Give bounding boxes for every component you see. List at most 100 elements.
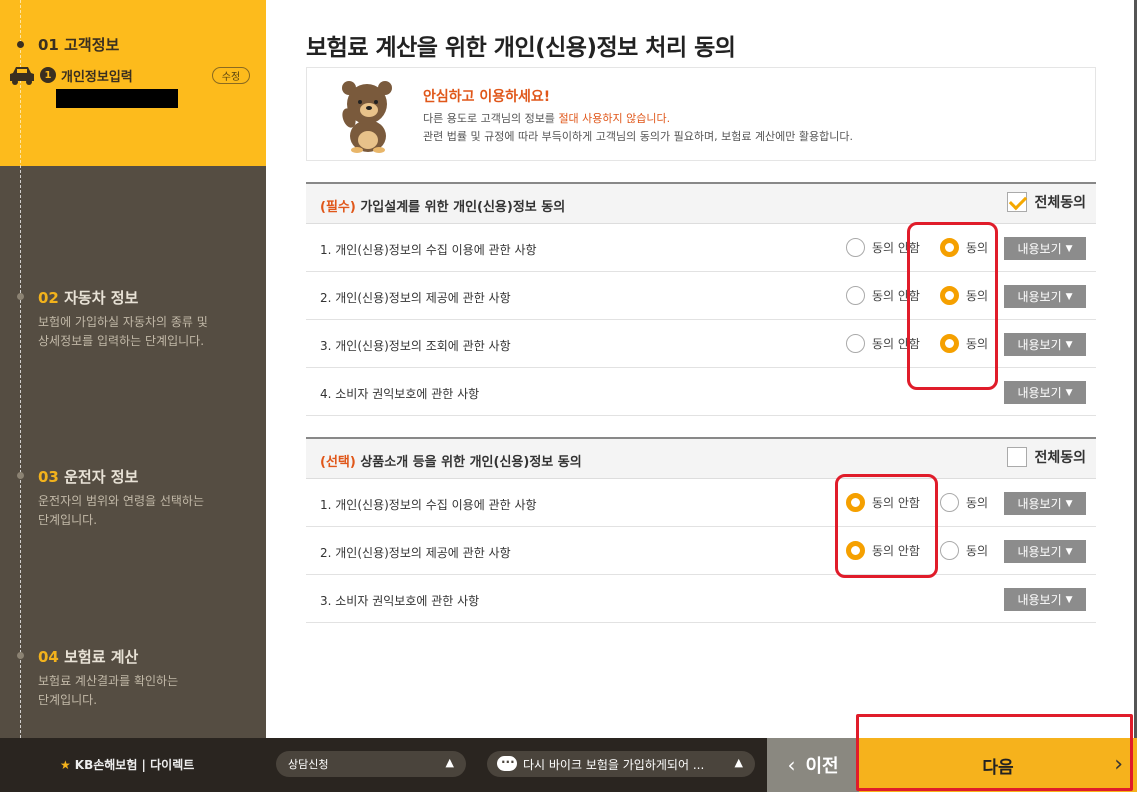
consent-row: 2. 개인(신용)정보의 제공에 관한 사항 동의 안함 동의 내용보기 ▼ [306, 527, 1096, 575]
step-4-title: 보험료 계산 [64, 648, 139, 666]
chevron-down-icon: ▼ [1065, 243, 1073, 254]
kb-logo: ★ KB손해보험 | 다이렉트 [60, 756, 194, 773]
agree-all-checkbox[interactable]: 전체동의 [1007, 447, 1086, 467]
button-label: 내용보기 [1017, 242, 1062, 256]
checkbox-unchecked-icon[interactable] [1007, 447, 1028, 467]
notice-box: 안심하고 이용하세요! 다른 용도로 고객님의 정보를 절대 사용하지 않습니다… [306, 67, 1096, 161]
chat-label: 다시 바이크 보험을 가입하게되어 ... [523, 757, 705, 772]
step-1-title: 01 고객정보 [38, 36, 120, 54]
step-3-desc: 운전자의 범위와 연령을 선택하는 [38, 494, 205, 508]
view-detail-button[interactable]: 내용보기 ▼ [1004, 381, 1086, 404]
radio-label: 동의 [966, 544, 989, 558]
step-progress-line [20, 0, 21, 738]
step-4-desc: 보험료 계산결과를 확인하는 [38, 674, 179, 688]
chevron-down-icon: ▼ [1065, 387, 1073, 398]
redacted-info [56, 89, 178, 108]
step-3-desc: 단계입니다. [38, 513, 98, 527]
radio-label: 동의 [966, 496, 989, 510]
highlight-annotation [835, 474, 938, 578]
radio-icon[interactable] [846, 286, 865, 305]
button-label: 내용보기 [1017, 593, 1062, 607]
agree-all-label: 전체동의 [1034, 195, 1086, 211]
button-label: 내용보기 [1017, 497, 1062, 511]
button-label: 내용보기 [1017, 290, 1062, 304]
radio-icon[interactable] [940, 493, 959, 512]
consent-row-label: 2. 개인(신용)정보의 제공에 관한 사항 [320, 291, 511, 305]
view-detail-button[interactable]: 내용보기 ▼ [1004, 492, 1086, 515]
checkbox-checked-icon[interactable] [1007, 192, 1028, 212]
car-icon [10, 67, 34, 85]
consent-row-label: 1. 개인(신용)정보의 수집 이용에 관한 사항 [320, 498, 537, 512]
step-dot [17, 293, 24, 300]
section-title: (필수) 가입설계를 위한 개인(신용)정보 동의 [320, 196, 565, 215]
step-2: 02 자동차 정보 보험에 가입하실 자동차의 종류 및 상세정보를 입력하는 단… [38, 287, 208, 351]
notice-line-2: 관련 법률 및 규정에 따라 부득이하게 고객님의 동의가 필요하며, 보험료 … [423, 130, 854, 143]
page-title: 보험료 계산을 위한 개인(신용)정보 처리 동의 [306, 35, 736, 61]
prev-button[interactable]: ‹ 이전 [767, 738, 859, 792]
bear-mascot-icon [342, 81, 392, 153]
chevron-up-icon: ▲ [445, 756, 454, 769]
step-3-number: 03 [38, 468, 59, 486]
agree-radio[interactable]: 동의 [940, 493, 988, 512]
edit-button[interactable]: 수정 [212, 67, 250, 84]
consent-row-label: 3. 개인(신용)정보의 조회에 관한 사항 [320, 339, 511, 353]
step-2-number: 02 [38, 289, 59, 307]
chat-bubble-icon [497, 752, 517, 771]
agree-all-checkbox[interactable]: 전체동의 [1007, 192, 1086, 212]
view-detail-button[interactable]: 내용보기 ▼ [1004, 333, 1086, 356]
button-label: 내용보기 [1017, 545, 1062, 559]
view-detail-button[interactable]: 내용보기 ▼ [1004, 237, 1086, 260]
radio-icon[interactable] [846, 238, 865, 257]
section-header: (필수) 가입설계를 위한 개인(신용)정보 동의 전체동의 [306, 184, 1096, 224]
agree-all-label: 전체동의 [1034, 450, 1086, 466]
consult-request-dropdown[interactable]: 상담신청 ▲ [276, 751, 466, 777]
view-detail-button[interactable]: 내용보기 ▼ [1004, 540, 1086, 563]
notice-text: 다른 용도로 고객님의 정보를 [423, 112, 559, 125]
chevron-left-icon: ‹ [787, 753, 796, 777]
consent-row-label: 1. 개인(신용)정보의 수집 이용에 관한 사항 [320, 243, 537, 257]
highlight-annotation [907, 222, 998, 390]
chevron-down-icon: ▼ [1065, 546, 1073, 557]
step-4-desc: 단계입니다. [38, 693, 98, 707]
notice-line-1: 다른 용도로 고객님의 정보를 절대 사용하지 않습니다. [423, 110, 670, 126]
consent-row-label: 4. 소비자 권익보호에 관한 사항 [320, 387, 480, 401]
agree-radio[interactable]: 동의 [940, 541, 988, 560]
chevron-up-icon: ▲ [734, 756, 743, 769]
consent-row-label: 2. 개인(신용)정보의 제공에 관한 사항 [320, 546, 511, 560]
chat-dropdown[interactable]: 다시 바이크 보험을 가입하게되어 ... ▲ [487, 751, 755, 777]
view-detail-button[interactable]: 내용보기 ▼ [1004, 285, 1086, 308]
button-label: 내용보기 [1017, 338, 1062, 352]
section-title-text: 가입설계를 위한 개인(신용)정보 동의 [355, 200, 566, 215]
step-4-number: 04 [38, 648, 59, 666]
notice-highlight: 절대 사용하지 않습니다. [558, 112, 671, 125]
substep-number: 1 [40, 67, 56, 83]
main-content: 보험료 계산을 위한 개인(신용)정보 처리 동의 안심하고 이용하세요! 다른… [266, 0, 1137, 738]
prev-label: 이전 [805, 756, 839, 777]
chevron-down-icon: ▼ [1065, 291, 1073, 302]
view-detail-button[interactable]: 내용보기 ▼ [1004, 588, 1086, 611]
step-1-panel: 01 고객정보 1 개인정보입력 수정 [0, 0, 266, 738]
required-tag: (필수) [320, 200, 356, 215]
chevron-down-icon: ▼ [1065, 498, 1073, 509]
sidebar: 01 고객정보 1 개인정보입력 수정 02 자동차 정보 보험에 가입하실 자… [0, 0, 266, 738]
consent-row: 1. 개인(신용)정보의 수집 이용에 관한 사항 동의 안함 동의 내용보기 ▼ [306, 479, 1096, 527]
section-title-text: 상품소개 등을 위한 개인(신용)정보 동의 [355, 455, 582, 470]
step-dot [17, 41, 24, 48]
optional-consent-section: (선택) 상품소개 등을 위한 개인(신용)정보 동의 전체동의 1. 개인(신… [306, 437, 1096, 623]
step-2-desc: 보험에 가입하실 자동차의 종류 및 [38, 315, 208, 329]
radio-icon[interactable] [846, 334, 865, 353]
consent-row-label: 3. 소비자 권익보호에 관한 사항 [320, 594, 480, 608]
section-header: (선택) 상품소개 등을 위한 개인(신용)정보 동의 전체동의 [306, 439, 1096, 479]
consult-label: 상담신청 [288, 758, 329, 771]
substep-label: 개인정보입력 [61, 70, 133, 85]
button-label: 내용보기 [1017, 386, 1062, 400]
step-3-title: 운전자 정보 [64, 468, 139, 486]
logo-text: KB손해보험 | 다이렉트 [74, 758, 195, 772]
section-title: (선택) 상품소개 등을 위한 개인(신용)정보 동의 [320, 451, 582, 470]
consent-row: 3. 소비자 권익보호에 관한 사항 내용보기 ▼ [306, 575, 1096, 623]
radio-icon[interactable] [940, 541, 959, 560]
step-3: 03 운전자 정보 운전자의 범위와 연령을 선택하는단계입니다. [38, 466, 204, 530]
notice-heading: 안심하고 이용하세요! [423, 89, 551, 105]
step-4: 04 보험료 계산 보험료 계산결과를 확인하는단계입니다. [38, 646, 178, 710]
step-dot [17, 472, 24, 479]
